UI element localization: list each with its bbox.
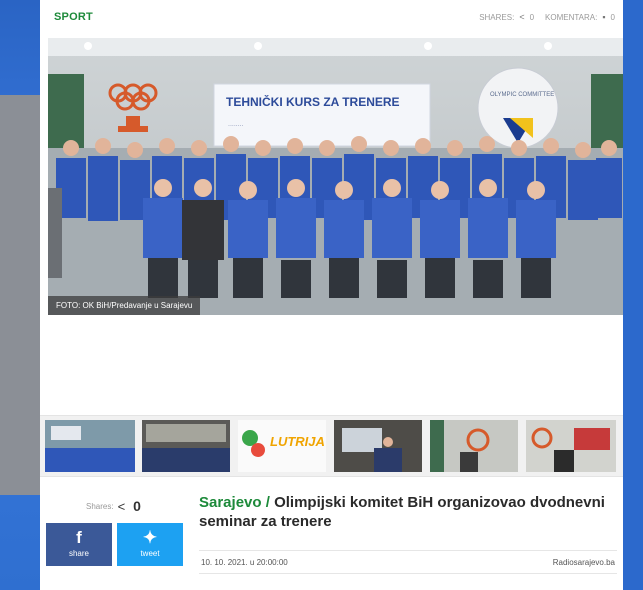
shares-label: SHARES: [479,12,515,22]
article-location[interactable]: Sarajevo / [199,494,270,511]
thumbnail-lecture-room[interactable] [142,420,230,472]
shares-count: 0 [529,12,535,22]
facebook-icon: f [76,528,82,547]
twitter-icon: ✦ [142,528,158,547]
background-left [0,0,40,590]
facebook-share-label: share [68,549,89,558]
thumbnail-olympic-wall[interactable] [430,420,518,472]
thumbnail-lutrija-ad[interactable]: LUTRIJA [238,420,326,472]
hero-photo: TEHNIČKI KURS ZA TRENERE ........ OLYMPI… [48,38,623,315]
people-group [48,136,623,315]
ad-space [48,315,623,415]
thumbnail-presentation[interactable] [526,420,616,472]
lutrija-text: LUTRIJA [270,434,325,449]
comment-icon: ▪ [602,12,606,22]
background-panel [0,95,40,495]
thumbnail-group-photo[interactable] [45,420,135,472]
article-meta: SHARES: < 0 KOMENTARA: ▪ 0 [479,12,615,22]
comments-count: 0 [610,12,615,22]
article-date-row: 10. 10. 2021. u 20:00:00 Radiosarajevo.b… [199,550,617,574]
thumbnail-speaker-podium[interactable] [334,420,422,472]
twitter-share-button[interactable]: ✦ tweet [117,523,183,566]
article-card: SPORT SHARES: < 0 KOMENTARA: ▪ 0 TEHNIČK… [40,0,623,590]
hero-image[interactable]: TEHNIČKI KURS ZA TRENERE ........ OLYMPI… [48,38,623,315]
article-date: 10. 10. 2021. u 20:00:00 [201,558,288,567]
share-label: Shares: [86,501,114,511]
article-body: Sarajevo / Olimpijski komitet BiH organi… [199,488,617,574]
committee-text: OLYMPIC COMMITTEE [490,92,554,98]
article-headline: Sarajevo / Olimpijski komitet BiH organi… [199,493,617,531]
background-right [623,0,643,590]
share-icon: < [519,12,525,22]
facebook-share-button[interactable]: f share [46,523,112,566]
section-label[interactable]: SPORT [54,11,93,23]
share-count: 0 [133,498,141,514]
comments-label: KOMENTARA: [545,12,598,22]
article-source[interactable]: Radiosarajevo.ba [553,558,615,567]
share-icon: < [117,498,126,514]
twitter-share-label: tweet [140,549,160,558]
thumbnail-strip: LUTRIJA [40,415,623,477]
banner-text: TEHNIČKI KURS ZA TRENERE [226,94,400,109]
photo-caption: FOTO: OK BiH/Predavanje u Sarajevu [48,296,201,315]
share-counter: Shares: < 0 [86,498,141,514]
svg-text:........: ........ [228,121,244,128]
article-header-bar: SPORT SHARES: < 0 KOMENTARA: ▪ 0 [40,0,623,34]
